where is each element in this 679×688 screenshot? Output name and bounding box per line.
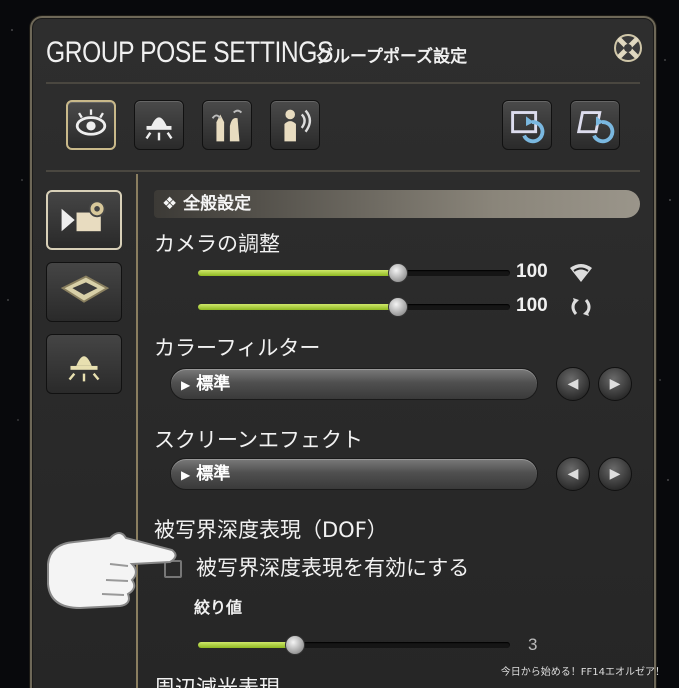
- camera-slider-2-knob[interactable]: [387, 297, 408, 317]
- camera-slider-2[interactable]: [198, 297, 510, 317]
- close-icon: [614, 34, 642, 62]
- character-pose-icon: [284, 109, 312, 142]
- title-divider: [46, 82, 640, 84]
- aperture-value: 3: [528, 635, 538, 654]
- lamp-icon: [145, 117, 173, 141]
- section-bullet-icon: ❖: [162, 194, 184, 214]
- window-title: GROUP POSE SETTINGS グループポーズ設定: [46, 36, 467, 70]
- section-title: 全般設定: [183, 194, 252, 214]
- sidebar-camera-settings-button[interactable]: [46, 190, 122, 250]
- chevron-left-icon: ◀: [567, 466, 579, 482]
- sidebar-frame-button[interactable]: [46, 262, 122, 322]
- camera-slider-1-fill: [198, 270, 398, 276]
- chevron-left-icon: ◀: [567, 376, 579, 392]
- dropdown-arrow-icon: ▶: [181, 468, 191, 482]
- sidebar-light-button[interactable]: [46, 334, 122, 394]
- camera-slider-1[interactable]: [198, 263, 510, 283]
- vignette-label: 周辺減光表現: [154, 676, 280, 688]
- color-filter-selected: 標準: [196, 374, 231, 394]
- pointing-hand-icon: [47, 532, 177, 610]
- undo-button[interactable]: [502, 100, 552, 150]
- aperture-slider-knob[interactable]: [284, 635, 305, 655]
- dof-label: 被写界深度表現（DOF）: [154, 518, 388, 542]
- screen-effect-dropdown[interactable]: ▶ 標準: [170, 458, 538, 490]
- camera-adjust-label: カメラの調整: [154, 232, 280, 256]
- camera-slider-1-value: 100: [516, 261, 548, 282]
- hand-pose-icon: [211, 109, 243, 142]
- close-button[interactable]: [610, 30, 646, 66]
- chevron-right-icon: ▶: [609, 466, 621, 482]
- screen-effect-selected: 標準: [196, 464, 231, 484]
- color-filter-next-button[interactable]: ▶: [598, 367, 632, 401]
- toolbar-hand-pose-button[interactable]: [202, 100, 252, 150]
- dof-enable-label[interactable]: 被写界深度表現を有効にする: [196, 552, 469, 582]
- toolbar-eye-button[interactable]: [66, 100, 116, 150]
- watermark: 今日から始める！FF14エオルゼア！: [500, 667, 665, 678]
- aperture-slider[interactable]: [198, 635, 510, 655]
- screen-effect-prev-button[interactable]: ◀: [556, 457, 590, 491]
- camera-slider-2-fill: [198, 304, 398, 310]
- rotate-icon: [571, 298, 591, 316]
- camera-settings-icon: [61, 200, 106, 232]
- aperture-slider-fill: [198, 642, 295, 648]
- eye-icon: [75, 109, 107, 136]
- toolbar-lamp-button[interactable]: [134, 100, 184, 150]
- color-filter-label: カラーフィルター: [154, 336, 321, 360]
- redo-icon: [576, 111, 615, 144]
- toolbar-divider: [46, 170, 640, 172]
- redo-button[interactable]: [570, 100, 620, 150]
- chevron-right-icon: ▶: [609, 376, 621, 392]
- toolbar-character-pose-button[interactable]: [270, 100, 320, 150]
- screen-effect-label: スクリーンエフェクト: [154, 428, 363, 452]
- dropdown-arrow-icon: ▶: [181, 378, 191, 392]
- frame-icon: [60, 275, 110, 303]
- aperture-label: 絞り値: [194, 598, 243, 617]
- color-filter-prev-button[interactable]: ◀: [556, 367, 590, 401]
- window-title-jp: グループポーズ設定: [316, 47, 468, 67]
- color-filter-dropdown[interactable]: ▶ 標準: [170, 368, 538, 400]
- window-title-en: GROUP POSE SETTINGS: [46, 36, 334, 69]
- light-icon: [68, 356, 100, 382]
- camera-slider-2-value: 100: [516, 295, 548, 316]
- section-header-general: ❖ 全般設定: [154, 190, 640, 218]
- screen-effect-next-button[interactable]: ▶: [598, 457, 632, 491]
- camera-slider-1-knob[interactable]: [387, 263, 408, 283]
- zoom-icon: [570, 264, 592, 282]
- undo-icon: [511, 111, 545, 144]
